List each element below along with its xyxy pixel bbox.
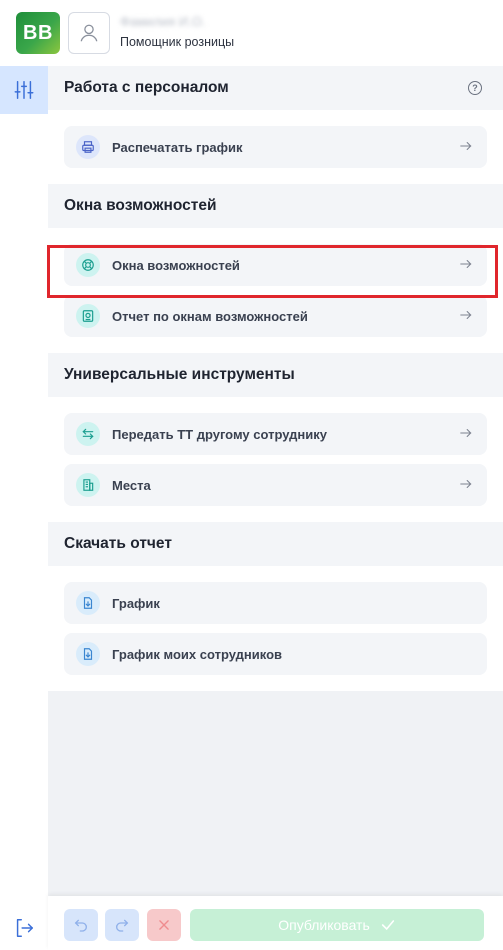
opportunity-windows-report-item[interactable]: Отчет по окнам возможностей [64, 295, 487, 337]
sidebar [0, 66, 48, 950]
section-title: Окна возможностей [64, 197, 217, 214]
logout-icon [16, 919, 33, 937]
brand-logo: BB [16, 12, 60, 54]
section-title: Скачать отчет [64, 535, 172, 552]
download-schedule-item[interactable]: График [64, 582, 487, 624]
building-icon [76, 473, 100, 497]
download-team-schedule-item[interactable]: График моих сотрудников [64, 633, 487, 675]
cancel-button[interactable] [147, 909, 181, 941]
user-icon [80, 24, 98, 42]
section-staff: Работа с персоналом ? Распечатать график [48, 66, 503, 184]
action-bar: Опубликовать [48, 896, 503, 950]
publish-button[interactable]: Опубликовать [190, 909, 484, 941]
section-download-report: Скачать отчет График График моих сотрудн… [48, 522, 503, 691]
places-item[interactable]: Места [64, 464, 487, 506]
section-body: Передать ТТ другому сотруднику Места [48, 397, 503, 522]
redo-button[interactable] [105, 909, 139, 941]
item-label: Распечатать график [112, 139, 243, 155]
section-header: Окна возможностей [48, 184, 503, 228]
lifebuoy-icon [76, 253, 100, 277]
arrow-right-icon [460, 310, 472, 320]
item-label: Окна возможностей [112, 257, 240, 273]
section-title: Универсальные инструменты [64, 366, 295, 383]
close-icon [159, 920, 169, 930]
sidebar-item-tools[interactable] [0, 66, 48, 114]
arrow-right-icon [460, 428, 472, 438]
check-icon [381, 920, 394, 931]
section-header: Скачать отчет [48, 522, 503, 566]
file-download-icon [76, 642, 100, 666]
item-label: График [112, 595, 160, 611]
printer-icon [76, 135, 100, 159]
item-label: Отчет по окнам возможностей [112, 308, 308, 324]
transfer-store-item[interactable]: Передать ТТ другому сотруднику [64, 413, 487, 455]
undo-button[interactable] [64, 909, 98, 941]
arrow-right-icon [460, 259, 472, 269]
section-title: Работа с персоналом [64, 79, 229, 96]
opportunity-windows-item[interactable]: Окна возможностей [64, 244, 487, 286]
logout-button[interactable] [12, 916, 36, 940]
section-universal-tools: Универсальные инструменты Передать ТТ др… [48, 353, 503, 522]
avatar[interactable] [68, 12, 110, 54]
arrow-right-icon [460, 479, 472, 489]
item-label: График моих сотрудников [112, 646, 283, 662]
publish-label: Опубликовать [278, 917, 370, 933]
user-role: Помощник розницы [120, 35, 235, 49]
section-header: Работа с персоналом ? [48, 66, 503, 110]
section-header: Универсальные инструменты [48, 353, 503, 397]
app-header: BB Фамилия И.О. Помощник розницы [0, 0, 503, 66]
undo-icon [74, 919, 87, 932]
main-panel: Работа с персоналом ? Распечатать график… [48, 66, 503, 896]
print-schedule-item[interactable]: Распечатать график [64, 126, 487, 168]
section-body: Распечатать график [48, 110, 503, 184]
sliders-icon [14, 81, 34, 99]
file-download-icon [76, 591, 100, 615]
section-body: График График моих сотрудников [48, 566, 503, 691]
section-body: Окна возможностей Отчет по окнам возможн… [48, 228, 503, 353]
user-name: Фамилия И.О. [120, 14, 206, 29]
item-label: Передать ТТ другому сотруднику [112, 426, 327, 442]
help-icon[interactable]: ? [468, 81, 482, 95]
section-opportunity-windows: Окна возможностей Окна возможностей Отче… [48, 184, 503, 353]
item-label: Места [112, 477, 151, 493]
report-icon [76, 304, 100, 328]
arrow-right-icon [460, 141, 472, 151]
redo-icon [116, 919, 129, 932]
swap-arrows-icon [76, 422, 100, 446]
